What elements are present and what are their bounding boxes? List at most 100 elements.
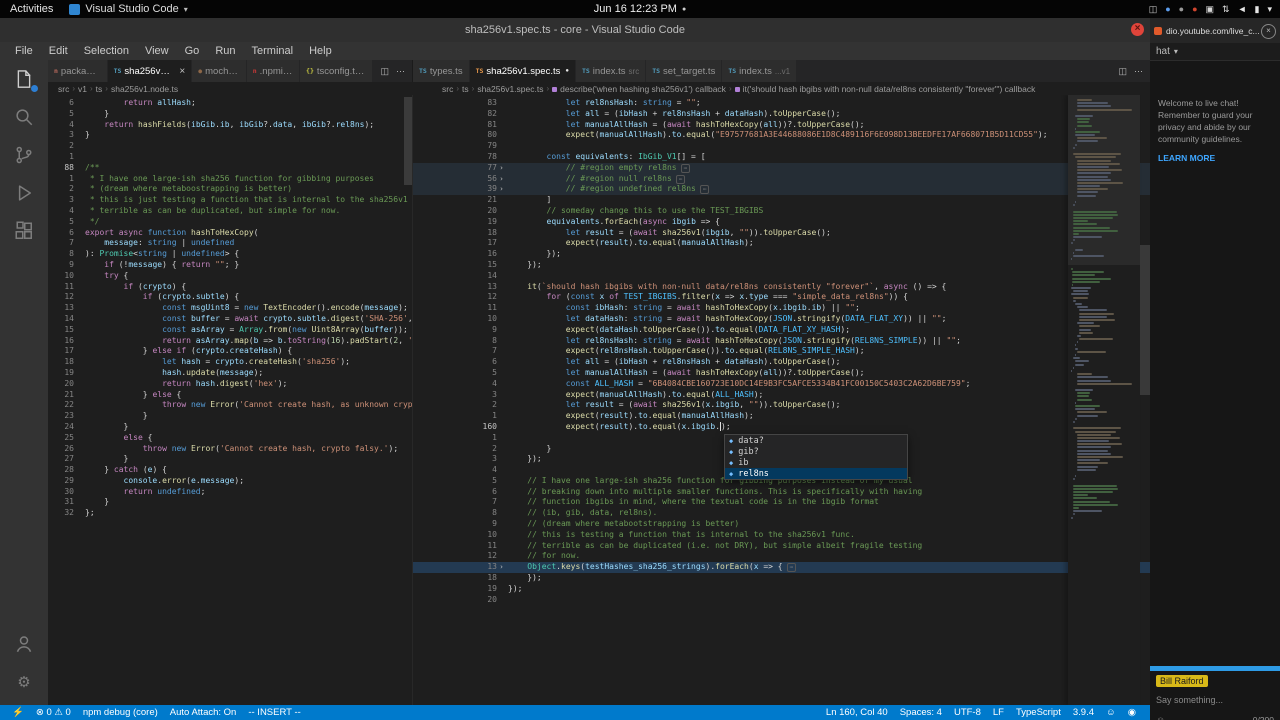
app-menu-button[interactable]: Visual Studio Code ▾ xyxy=(69,3,188,15)
code-line[interactable]: 18 }); xyxy=(413,573,1150,584)
code-line[interactable]: 28 } catch (e) { xyxy=(48,465,412,476)
code-line[interactable]: 17 expect(result).to.equal(manualAllHash… xyxy=(413,238,1150,249)
code-line[interactable]: 13 it(`should hash ibgibs with non-null … xyxy=(413,282,1150,293)
status-ts-version[interactable]: 3.9.4 xyxy=(1067,707,1100,718)
breadcrumb-item[interactable]: ts xyxy=(462,84,469,94)
menu-edit[interactable]: Edit xyxy=(42,45,75,57)
tab-tsconfig.test.json[interactable]: {}tsconfig.test.json xyxy=(300,60,374,82)
code-line[interactable]: 12 for (const x of TEST_IBGIBS.filter(x … xyxy=(413,292,1150,303)
chat-mode-selector[interactable]: hat ▾ xyxy=(1150,43,1280,61)
code-line[interactable]: 10 let dataHash: string = await hashToHe… xyxy=(413,314,1150,325)
split-editor-icon[interactable]: ◫ xyxy=(380,66,389,77)
code-line[interactable]: 6 // breaking down into multiple smaller… xyxy=(413,487,1150,498)
code-line[interactable]: 17 } else if (crypto.createHash) { xyxy=(48,346,412,357)
menu-go[interactable]: Go xyxy=(178,45,207,57)
sidebar-item-explorer[interactable] xyxy=(0,60,48,98)
code-line[interactable]: 77 › // #region empty rel8ns ⋯ xyxy=(413,162,1150,174)
code-line[interactable]: 9 expect(dataHash.toUpperCase()).to.equa… xyxy=(413,325,1150,336)
code-line[interactable]: 20 // someday change this to use the TES… xyxy=(413,206,1150,217)
accounts-button[interactable] xyxy=(0,625,48,663)
code-line[interactable]: 13 const msgUint8 = new TextEncoder().en… xyxy=(48,303,412,314)
window-close-button[interactable]: × xyxy=(1131,23,1144,36)
suggestion-gib?[interactable]: ◆ gib? xyxy=(725,446,907,457)
status-problems[interactable]: ⊗ 0 ⚠ 0 xyxy=(30,707,77,718)
clock[interactable]: Jun 16 12:23 PM xyxy=(594,3,677,15)
menu-run[interactable]: Run xyxy=(208,45,242,57)
status-encoding[interactable]: UTF-8 xyxy=(948,707,987,718)
status-notifications[interactable]: ◉ xyxy=(1122,707,1142,718)
menu-terminal[interactable]: Terminal xyxy=(245,45,301,57)
breadcrumb-item[interactable]: sha256v1.node.ts xyxy=(111,84,178,94)
code-line[interactable]: 5 */ xyxy=(48,217,412,228)
camera-icon[interactable]: ▣ xyxy=(1206,0,1215,18)
code-line[interactable]: 8): Promise<string | undefined> { xyxy=(48,249,412,260)
breadcrumb-item[interactable]: sha256v1.spec.ts xyxy=(477,84,543,94)
code-line[interactable]: 7 message: string | undefined xyxy=(48,238,412,249)
code-line[interactable]: 13 › Object.keys(testHashes_sha256_string… xyxy=(413,562,1150,574)
code-line[interactable]: 3 expect(manualAllHash).to.equal(ALL_HAS… xyxy=(413,390,1150,401)
status-remote[interactable]: ⚡ xyxy=(6,707,30,718)
system-caret-icon[interactable]: ▾ xyxy=(1267,0,1272,18)
code-line[interactable]: 11 if (crypto) { xyxy=(48,282,412,293)
code-line[interactable]: 25 else { xyxy=(48,433,412,444)
breadcrumb-item[interactable]: src xyxy=(442,84,453,94)
code-line[interactable]: 8 let rel8nsHash: string = await hashToH… xyxy=(413,336,1150,347)
code-line[interactable]: 10 // this is testing a function that is… xyxy=(413,530,1150,541)
code-line[interactable]: 14 xyxy=(413,271,1150,282)
code-line[interactable]: 12 // for now. xyxy=(413,551,1150,562)
code-line[interactable]: 79 xyxy=(413,141,1150,152)
chrome-icon[interactable]: ● xyxy=(1165,0,1170,18)
minimap[interactable] xyxy=(1068,95,1140,705)
menu-file[interactable]: File xyxy=(8,45,40,57)
code-line[interactable]: 39 › // #region undefined rel8ns ⋯ xyxy=(413,184,1150,196)
battery-icon[interactable]: ▮ xyxy=(1255,0,1260,18)
tab-sha256v1.node.ts[interactable]: TSsha256v1.node.ts × xyxy=(107,60,193,82)
scrollbar-left[interactable] xyxy=(404,97,412,185)
breadcrumb-item[interactable]: v1 xyxy=(78,84,87,94)
tab-set_target.ts[interactable]: TS set_target.ts xyxy=(646,60,723,82)
breadcrumb-item[interactable]: src xyxy=(58,84,69,94)
code-line[interactable]: 12 if (crypto.subtle) { xyxy=(48,292,412,303)
suggestion-ib[interactable]: ◆ ib xyxy=(725,457,907,468)
code-line[interactable]: 7 expect(rel8nsHash.toUpperCase()).to.eq… xyxy=(413,346,1150,357)
code-line[interactable]: 20 return hash.digest('hex'); xyxy=(48,379,412,390)
sidebar-item-search[interactable] xyxy=(0,98,48,136)
code-line[interactable]: 14 const buffer = await crypto.subtle.di… xyxy=(48,314,412,325)
suggestion-rel8ns[interactable]: ◆ rel8ns xyxy=(725,468,907,479)
code-line[interactable]: 2 xyxy=(48,141,412,152)
code-line[interactable]: 88/** xyxy=(48,163,412,174)
sidebar-item-extensions[interactable] xyxy=(0,212,48,250)
code-line[interactable]: 80 expect(manualAllHash).to.equal("E9757… xyxy=(413,130,1150,141)
code-line[interactable]: 5 } xyxy=(48,109,412,120)
chat-input[interactable]: Say something... xyxy=(1156,695,1274,705)
code-line[interactable]: 4 const ALL_HASH = "6B4084CBE160723E10DC… xyxy=(413,379,1150,390)
suggestion-data?[interactable]: ◆ data? xyxy=(725,435,907,446)
code-line[interactable]: 1 expect(result).to.equal(manualAllHash)… xyxy=(413,411,1150,422)
status-cursor-position[interactable]: Ln 160, Col 40 xyxy=(820,707,894,718)
breadcrumb-item[interactable]: ts xyxy=(96,84,103,94)
settings-button[interactable]: ⚙ xyxy=(0,663,48,701)
code-line[interactable]: 4 * terrible as can be duplicated, but s… xyxy=(48,206,412,217)
record-icon[interactable]: ● xyxy=(1192,0,1197,18)
tab-package.json[interactable]: npackage.json xyxy=(48,60,108,82)
breadcrumb-symbol[interactable]: it('should hash ibgibs with non-null dat… xyxy=(734,84,1035,94)
code-line[interactable]: 19 hash.update(message); xyxy=(48,368,412,379)
status-indentation[interactable]: Spaces: 4 xyxy=(894,707,948,718)
code-line[interactable]: 11 const ibHash: string = await hashToHe… xyxy=(413,303,1150,314)
sidebar-item-run-debug[interactable] xyxy=(0,174,48,212)
code-line[interactable]: 16 }); xyxy=(413,249,1150,260)
tab-index.ts[interactable]: TS index.ts ...v1 xyxy=(722,60,798,82)
status-feedback[interactable]: ☺ xyxy=(1100,707,1122,718)
status-vim-mode[interactable]: -- INSERT -- xyxy=(242,707,306,718)
code-line[interactable]: 3 * this is just testing a function that… xyxy=(48,195,412,206)
close-icon[interactable]: × xyxy=(179,66,185,77)
code-line[interactable]: 27 } xyxy=(48,454,412,465)
menu-selection[interactable]: Selection xyxy=(77,45,136,57)
code-line[interactable]: 6 let all = (ibHash + rel8nsHash + dataH… xyxy=(413,357,1150,368)
code-line[interactable]: 30 return undefined; xyxy=(48,487,412,498)
tab-index.ts[interactable]: TS index.ts src xyxy=(575,60,647,82)
code-line[interactable]: 23 } xyxy=(48,411,412,422)
sidebar-item-source-control[interactable] xyxy=(0,136,48,174)
scrollbar-right[interactable] xyxy=(1140,245,1150,395)
code-line[interactable]: 1 * I have one large-ish sha256 function… xyxy=(48,174,412,185)
